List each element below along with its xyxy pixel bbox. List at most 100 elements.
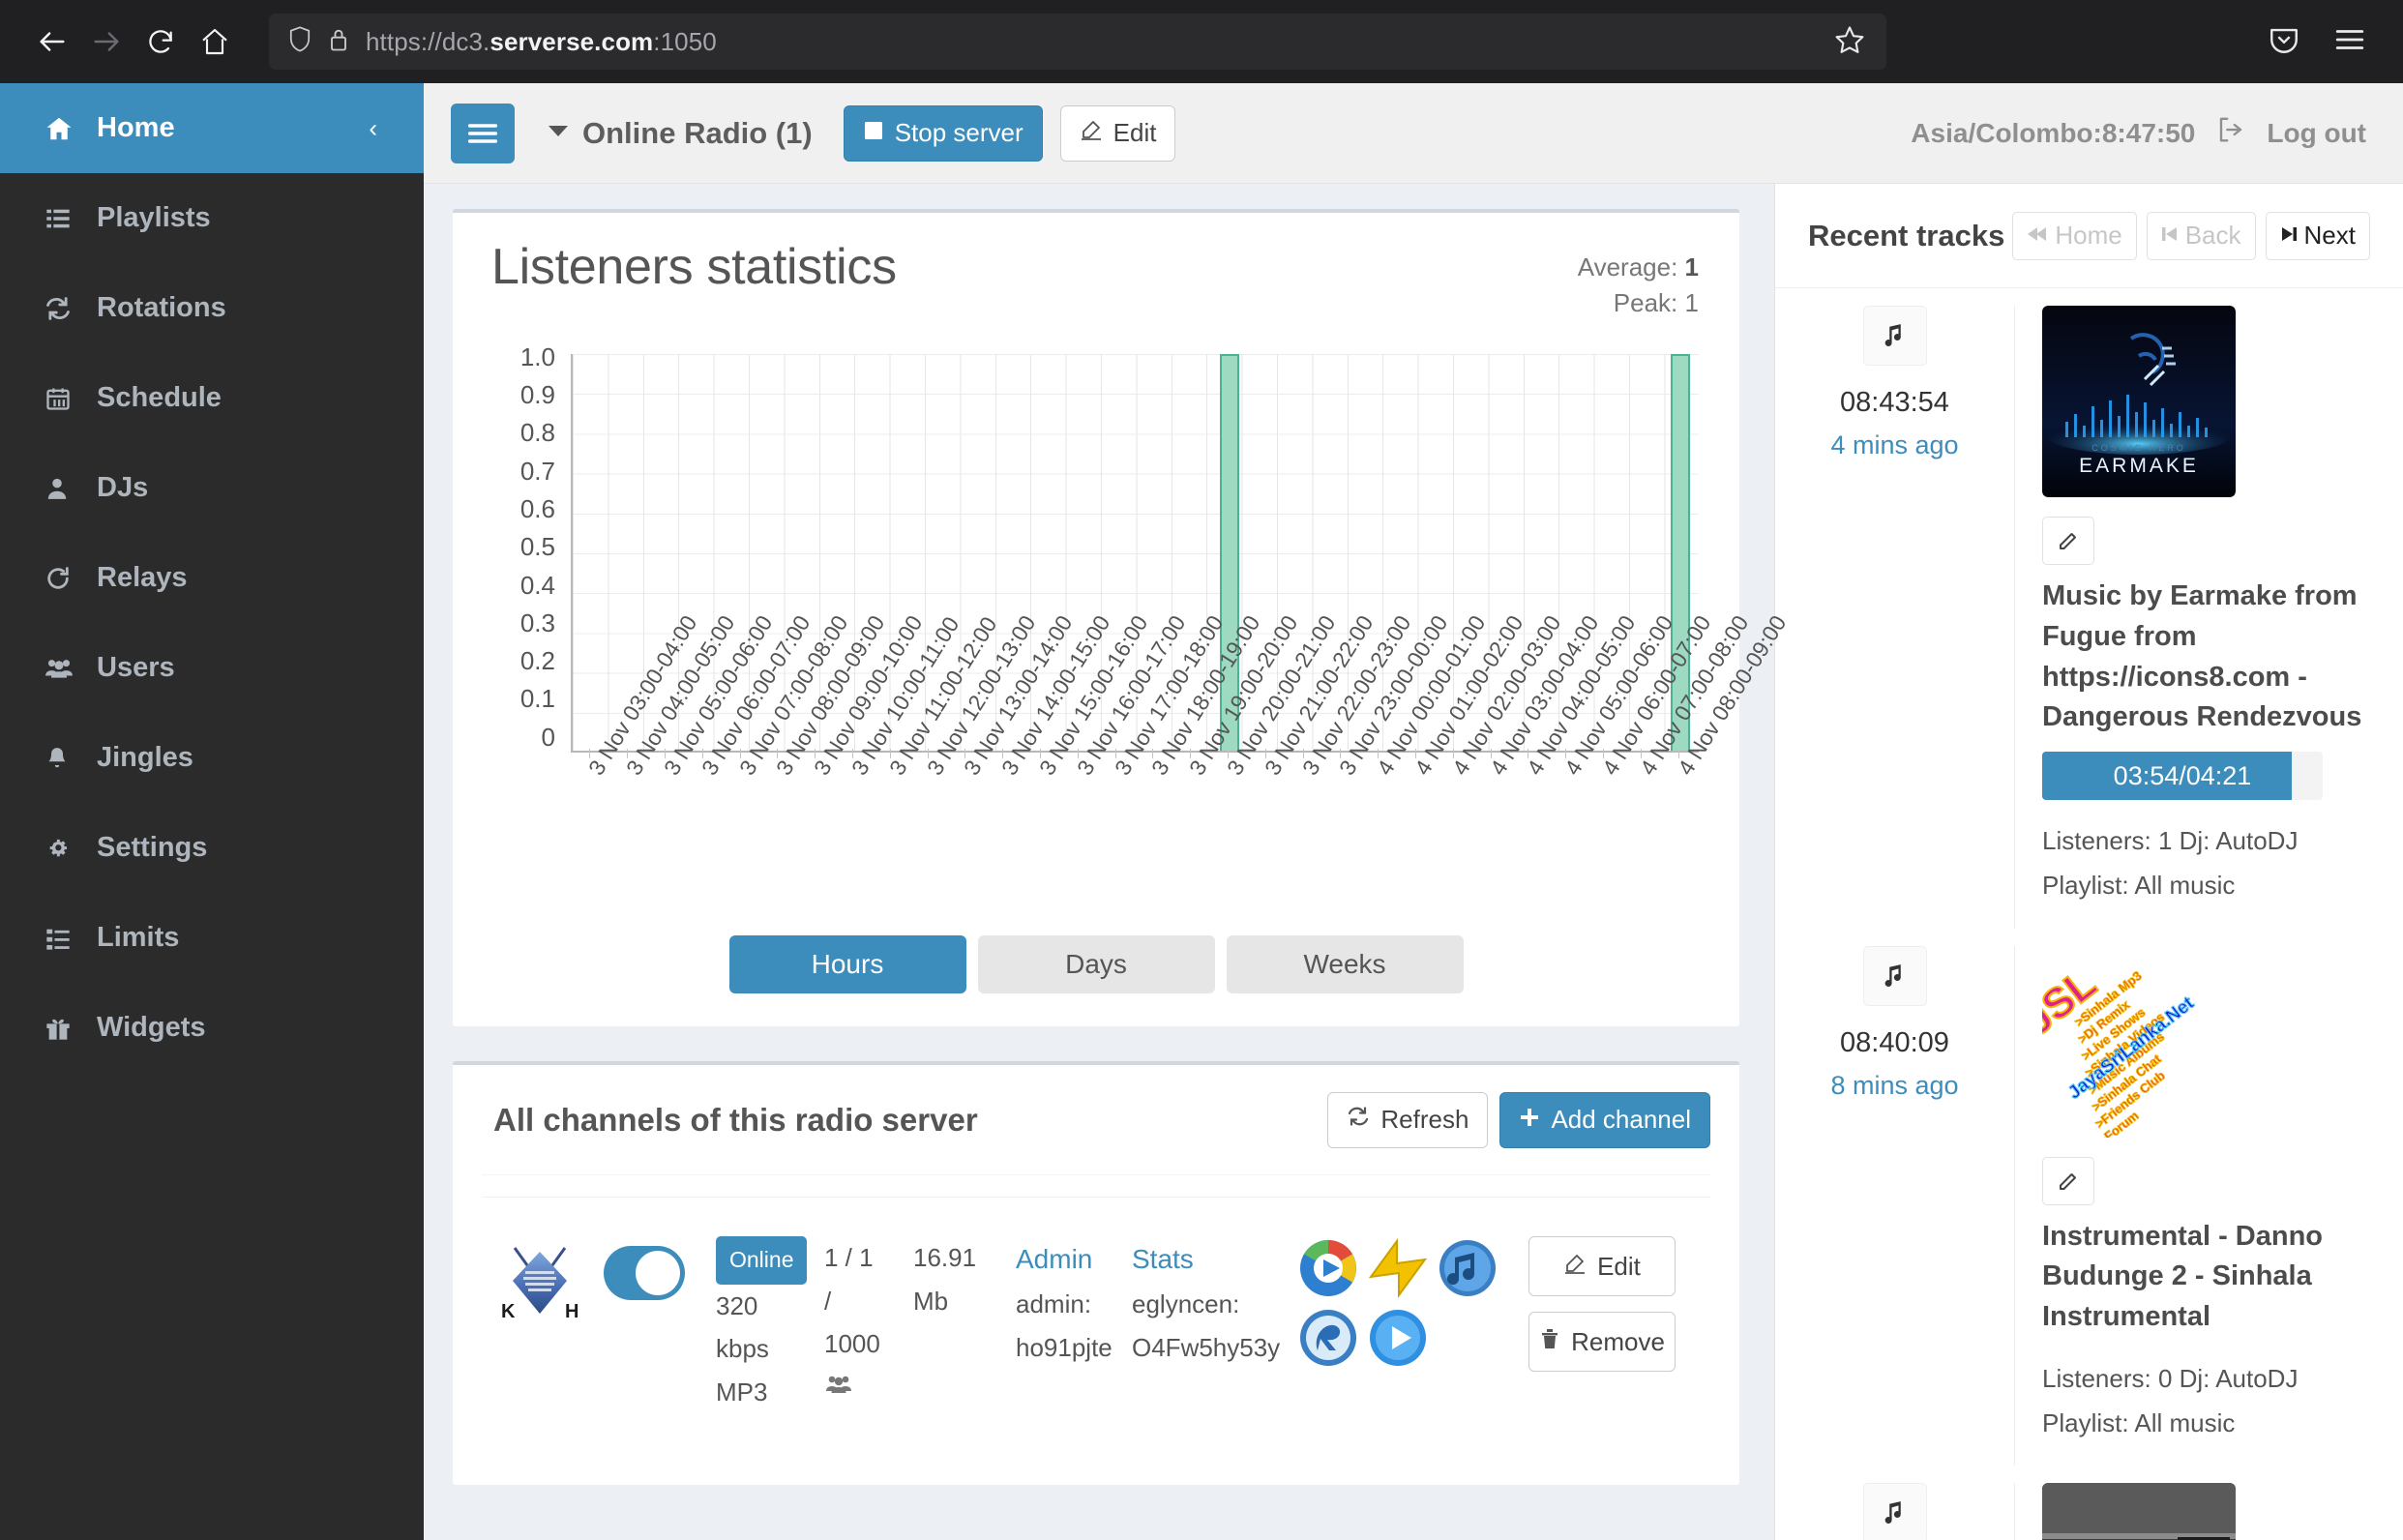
sidebar-collapse-chevron-icon[interactable]: ‹ [369,113,377,143]
caret-down-icon[interactable] [548,123,569,144]
sign-out-icon[interactable] [2216,115,2245,151]
forward-arrow-icon[interactable] [79,15,134,69]
track-playlist: Playlist: All music [2042,871,2236,901]
sidebar-toggle-button[interactable] [451,103,515,163]
sidebar-item-label: Limits [97,922,180,953]
tracks-home-button[interactable]: Home [2012,211,2137,260]
home-icon[interactable] [188,15,242,69]
sidebar-item-label: DJs [97,472,149,503]
chart-summary-stats: Average: 1 Peak: 1 [1578,238,1699,321]
channels-actions: Refresh Add channel [1327,1091,1710,1148]
sidebar-item-label: Widgets [97,1012,206,1043]
pencil-icon[interactable] [2042,517,2094,565]
channel-player-links [1277,1236,1509,1368]
edit-channel-button[interactable]: Edit [1528,1236,1676,1296]
tasks-icon [44,925,97,952]
star-icon[interactable] [1834,24,1865,60]
logout-link[interactable]: Log out [2267,118,2366,149]
remove-channel-label: Remove [1571,1326,1665,1356]
sidebar-item-playlists[interactable]: Playlists [0,173,424,263]
sidebar-item-users[interactable]: Users [0,623,424,713]
reload-icon[interactable] [134,15,188,69]
back-arrow-icon[interactable] [25,15,79,69]
wmp-icon[interactable] [1298,1238,1358,1298]
winamp-icon[interactable] [1368,1237,1428,1299]
music-note-icon[interactable] [1862,945,1927,1006]
sidebar-item-djs[interactable]: DJs [0,443,424,533]
track-title-row: Music by Earmake from Fugue from https:/… [2042,517,2374,738]
channel-stats-cell: Stats eglyncen: O4Fw5hy53y [1132,1236,1280,1370]
channel-listeners: 1 / 1 [824,1243,874,1272]
track-progress-text: 03:54/04:21 [2113,760,2252,790]
sidebar-item-rotations[interactable]: Rotations [0,263,424,353]
svg-text:K: K [501,1301,516,1322]
chart-plot-area: 1.0 0.9 0.8 0.7 0.6 0.5 0.4 0.3 0.2 0.1 0 3 Nov 03… [491,342,1791,780]
sidebar-item-relays[interactable]: Relays [0,533,424,623]
sidebar-item-schedule[interactable]: Schedule [0,353,424,443]
refresh-icon [1347,1105,1370,1135]
sidebar: Home ‹ Playlists Rotations Schedule DJs … [0,83,424,1540]
admin-link[interactable]: Admin [1016,1244,1092,1274]
chart-y-axis: 1.0 0.9 0.8 0.7 0.6 0.5 0.4 0.3 0.2 0.1 0 [491,342,555,753]
recent-tracks-title: Recent tracks [1808,218,2005,252]
y-tick-label: 0.8 [519,418,555,448]
channel-logo: K H [495,1236,604,1330]
tracks-next-label: Next [2303,221,2356,250]
sidebar-item-home[interactable]: Home ‹ [0,83,424,173]
track-ago: 4 mins ago [1830,430,1959,459]
pocket-icon[interactable] [2268,23,2300,61]
remove-channel-button[interactable]: Remove [1528,1312,1676,1372]
y-tick-label: 0.4 [519,570,555,600]
main-columns: Listeners statistics Average: 1 Peak: 1 [424,184,2403,1540]
track-listeners: Listeners: 0 Dj: AutoDJ [2042,1363,2299,1393]
y-tick-label: 1.0 [519,341,555,371]
stop-server-button[interactable]: Stop server [843,104,1043,162]
peak-value: 1 [1684,287,1699,317]
track-body: MS MUSIC FOR FILM, ANIMATION AND MEDIA S… [2015,1483,2403,1540]
y-tick-label: 0.5 [519,532,555,562]
average-value: 1 [1684,252,1699,281]
app-shell: Home ‹ Playlists Rotations Schedule DJs … [0,83,2403,1540]
toggle-knob [636,1251,680,1295]
timezone-clock: Asia/Colombo:8:47:50 [1911,117,2196,148]
add-channel-button[interactable]: Add channel [1499,1091,1710,1148]
plus-icon [1519,1105,1540,1135]
refresh-icon [44,295,97,322]
list-item: 08:40:09 8 mins ago JSL >Sinhala Mp3 >Dj… [1775,929,2403,1466]
tracks-back-label: Back [2184,221,2241,250]
address-bar[interactable]: https://dc3.serverse.com:1050 [269,14,1886,70]
realplayer-icon[interactable] [1298,1308,1358,1368]
flash-player-icon[interactable] [1368,1308,1428,1368]
sidebar-item-settings[interactable]: Settings [0,803,424,893]
refresh-button[interactable]: Refresh [1327,1091,1489,1148]
tracks-back-button[interactable]: Back [2146,211,2256,260]
range-button-hours[interactable]: Hours [728,935,966,993]
tracks-next-button[interactable]: Next [2265,211,2370,260]
topbar: Online Radio (1) Stop server Edit Asia/C… [424,83,2403,184]
table-row: K H Online 320 kbps MP3 1 / 1 / 1000 16.… [482,1197,1710,1414]
home-icon [44,114,97,143]
stats-user-label: eglyncen: [1132,1289,1240,1319]
chart-average: Average: 1 [1578,250,1699,285]
pencil-icon[interactable] [2042,1156,2094,1205]
gift-icon [44,1015,97,1042]
range-button-weeks[interactable]: Weeks [1226,935,1464,993]
channel-bitrate: 320 [716,1290,758,1320]
music-note-icon[interactable] [1862,1483,1927,1540]
y-tick-label: 0.6 [519,494,555,523]
range-button-days[interactable]: Days [977,935,1215,993]
sidebar-item-jingles[interactable]: Jingles [0,713,424,803]
track-playlist: Playlist: All music [2042,1408,2236,1438]
trash-icon [1539,1327,1560,1357]
edit-label: Edit [1112,118,1157,147]
itunes-icon[interactable] [1438,1238,1498,1298]
hamburger-menu-icon[interactable] [2333,23,2366,61]
music-note-icon[interactable] [1862,306,1927,366]
sidebar-item-limits[interactable]: Limits [0,893,424,983]
sidebar-item-widgets[interactable]: Widgets [0,983,424,1073]
track-cover: JSL >Sinhala Mp3 >Dj Remix >Live Shows >… [2042,945,2236,1138]
add-channel-label: Add channel [1551,1105,1691,1134]
edit-server-button[interactable]: Edit [1059,104,1176,162]
stats-link[interactable]: Stats [1132,1244,1194,1274]
channel-power-toggle[interactable] [604,1236,716,1300]
